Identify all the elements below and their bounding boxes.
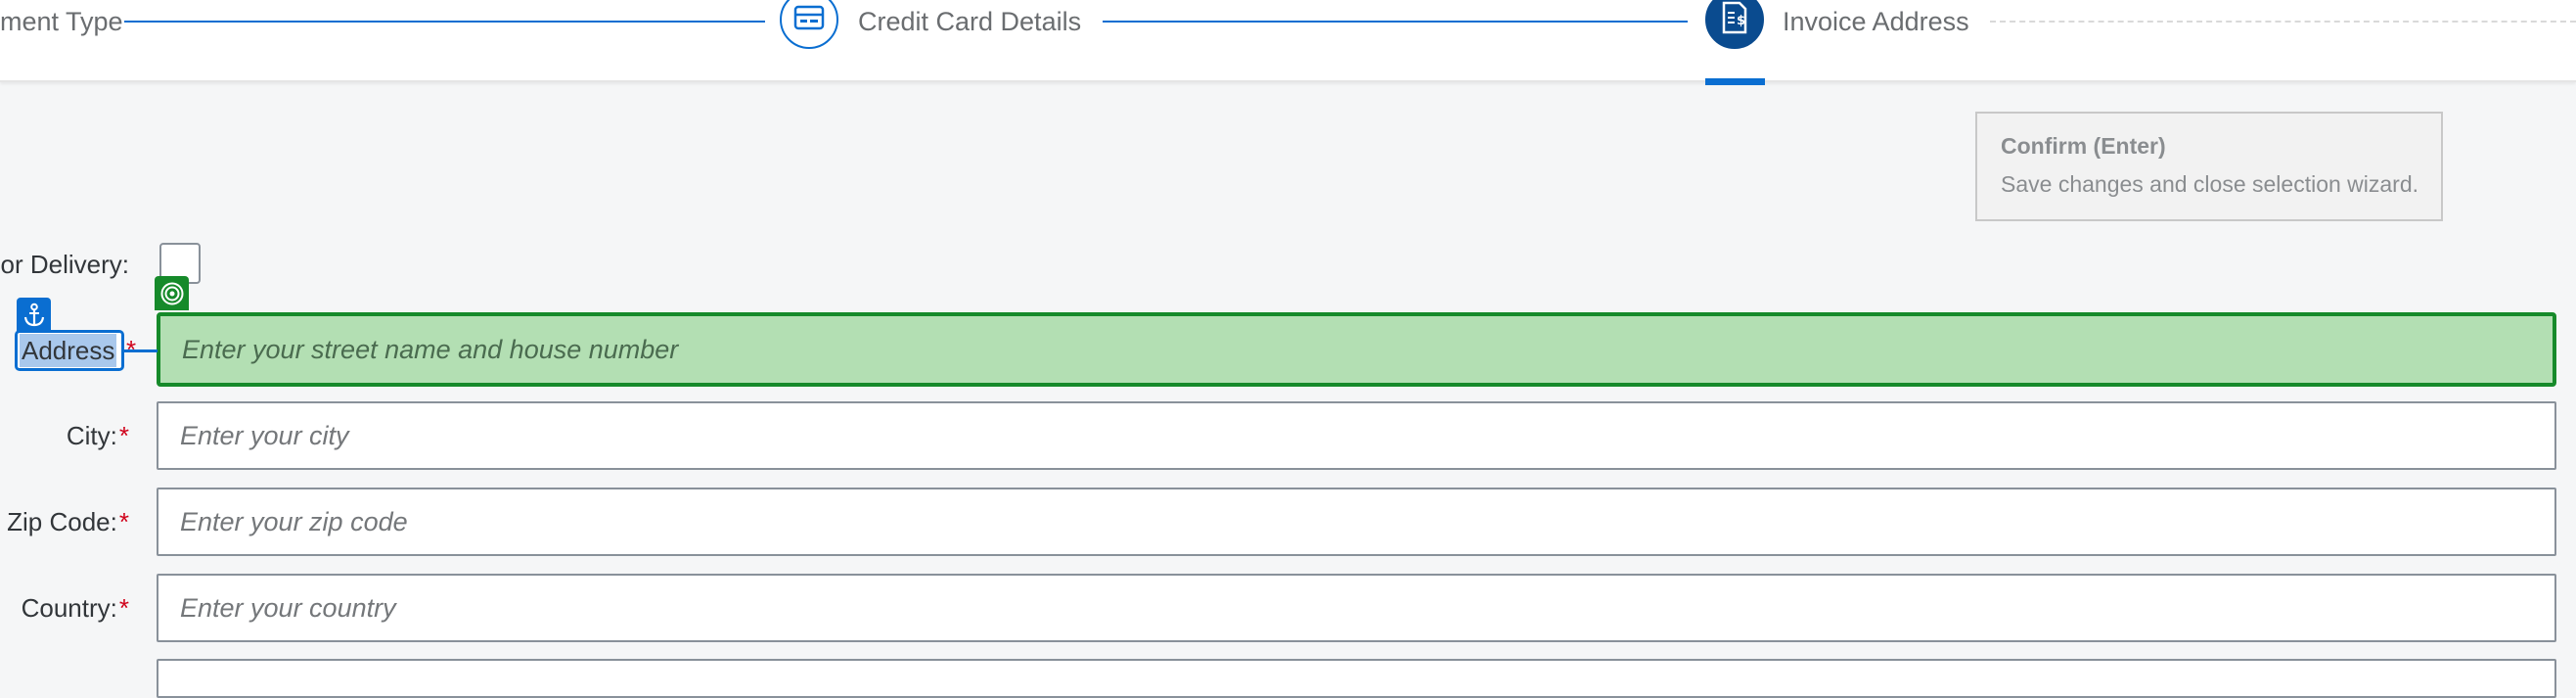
country-label: Country:* <box>21 593 129 623</box>
step-connector-2 <box>1103 21 1688 23</box>
step-credit-card-circle[interactable] <box>780 0 838 49</box>
zip-required-marker: * <box>118 507 129 536</box>
address-label: Address <box>20 334 117 367</box>
credit-card-icon <box>793 5 825 35</box>
step-invoice-address-circle[interactable]: $ <box>1705 0 1764 49</box>
wizard-progress-bar: ment Type Credit Card Details $ Invoice … <box>0 0 2576 85</box>
step-credit-card-label[interactable]: Credit Card Details <box>858 0 1081 43</box>
country-input[interactable] <box>157 574 2556 642</box>
address-input[interactable] <box>157 312 2556 387</box>
city-label: City:* <box>66 421 129 450</box>
tooltip-description: Save changes and close selection wizard. <box>2001 171 2419 197</box>
anchor-connector-line <box>124 349 158 352</box>
step-payment-type-label[interactable]: ment Type <box>0 0 123 43</box>
next-input-partial[interactable] <box>157 659 2556 698</box>
country-required-marker: * <box>118 593 129 623</box>
tooltip-title: Confirm (Enter) <box>2001 133 2166 159</box>
zip-code-label: Zip Code:* <box>7 507 129 536</box>
confirm-tooltip: Confirm (Enter) Save changes and close s… <box>1975 112 2443 221</box>
step-connector-3 <box>1990 21 2576 23</box>
anchor-icon <box>17 298 51 332</box>
city-required-marker: * <box>118 421 129 450</box>
svg-text:$: $ <box>1737 14 1745 28</box>
invoice-icon: $ <box>1720 1 1749 39</box>
delivery-checkbox-label: or Delivery: <box>0 250 129 279</box>
current-step-indicator <box>1705 78 1765 85</box>
zip-code-input[interactable] <box>157 488 2556 556</box>
target-icon <box>155 276 189 310</box>
step-invoice-address-label[interactable]: Invoice Address <box>1783 0 1969 43</box>
city-input[interactable] <box>157 401 2556 470</box>
step-connector-1 <box>124 21 765 23</box>
